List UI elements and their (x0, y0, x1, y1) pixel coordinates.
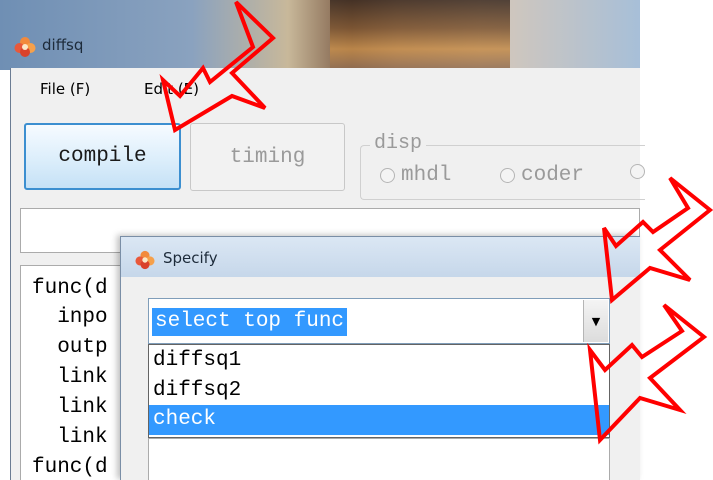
desktop-wallpaper-photo (330, 0, 510, 70)
dropdown-option-selected[interactable]: check (149, 405, 609, 435)
triangle-down-icon: ▼ (591, 314, 601, 328)
code-line: link (32, 396, 108, 419)
menu-edit[interactable]: Edit (E) (144, 80, 199, 98)
combo-selected-text[interactable]: select top func (152, 308, 348, 336)
flower-icon (14, 37, 36, 57)
radio-mhdl-label: mhdl (401, 164, 452, 187)
dialog-content-area (148, 438, 610, 480)
window-titlebar[interactable] (0, 0, 640, 70)
dropdown-option[interactable]: diffsq2 (149, 376, 609, 406)
menu-bar (11, 74, 640, 104)
radio-mhdl[interactable]: mhdl (380, 164, 451, 187)
radio-third[interactable] (630, 164, 651, 179)
code-line: func(d (32, 456, 108, 479)
radio-circle-icon (380, 168, 395, 183)
dialog-title: Specify (163, 249, 218, 267)
radio-coder[interactable]: coder (500, 164, 584, 187)
code-line: outp (32, 336, 108, 359)
compile-button[interactable]: compile (24, 123, 181, 190)
dropdown-option[interactable]: diffsq1 (149, 346, 609, 376)
timing-button[interactable]: timing (190, 123, 345, 191)
code-line: link (32, 366, 108, 389)
window-title: diffsq (42, 36, 84, 54)
radio-circle-icon (500, 168, 515, 183)
menu-file[interactable]: File (F) (40, 80, 90, 98)
disp-group-label: disp (370, 132, 427, 155)
combo-dropdown-button[interactable]: ▼ (583, 300, 608, 342)
code-line: func(d (32, 277, 108, 300)
radio-circle-icon (630, 164, 645, 179)
flower-icon (135, 250, 155, 270)
code-line: inpo (32, 306, 108, 329)
code-line: link (32, 426, 108, 449)
radio-coder-label: coder (521, 164, 585, 187)
